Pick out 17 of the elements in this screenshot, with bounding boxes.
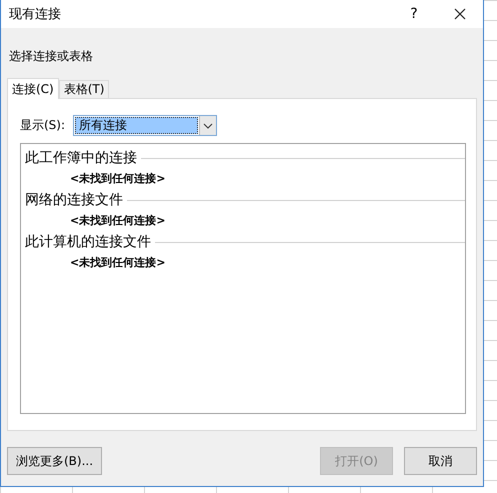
prompt-label: 选择连接或表格 [9, 48, 94, 65]
chevron-icon [203, 122, 214, 128]
show-label: 显示(S): [20, 117, 66, 134]
empty-message: <未找到任何连接> [70, 171, 166, 187]
tab[interactable]: 连接(C) [7, 78, 59, 99]
empty-message: <未找到任何连接> [70, 213, 166, 229]
group-heading: 网络的连接文件 [25, 191, 123, 210]
close-icon [454, 8, 466, 20]
help-button[interactable]: ? [391, 0, 437, 28]
tab[interactable]: 表格(T) [58, 80, 110, 98]
show-dropdown[interactable]: 所有连接 [73, 115, 218, 136]
group-heading: 此工作簿中的连接 [25, 149, 137, 168]
dialog-button[interactable]: 取消 [404, 447, 477, 475]
window-title: 现有连接 [9, 6, 61, 23]
dialog-button[interactable]: 浏览更多(B)... [7, 447, 102, 475]
group-heading: 此计算机的连接文件 [25, 233, 151, 252]
empty-message: <未找到任何连接> [70, 255, 166, 271]
